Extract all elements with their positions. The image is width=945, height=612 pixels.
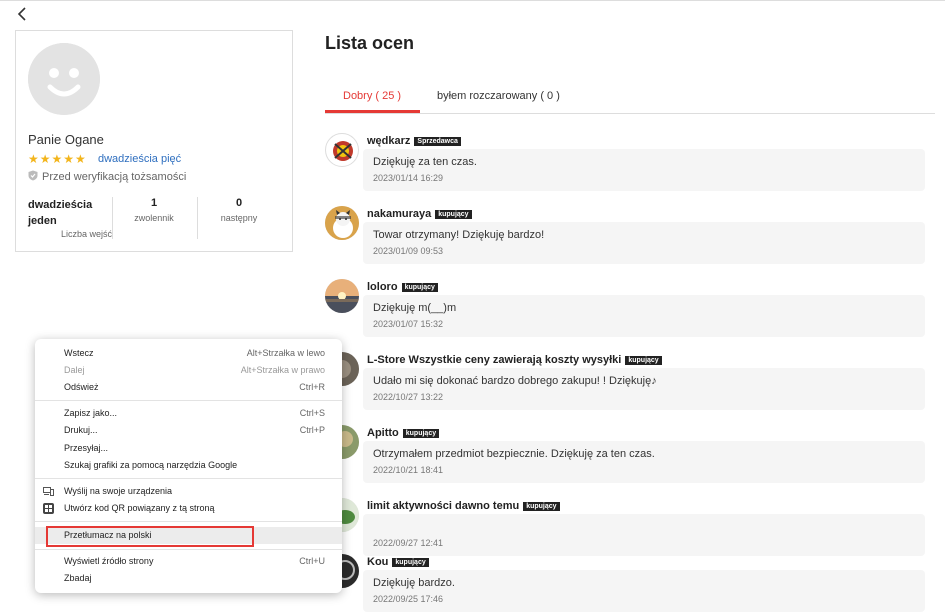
role-badge: kupujący — [402, 429, 440, 438]
reviewer-avatar[interactable] — [325, 133, 359, 167]
reviewer-name[interactable]: wędkarz Sprzedawca — [367, 135, 461, 147]
role-badge: kupujący — [392, 558, 429, 567]
tab-good[interactable]: Dobry ( 25 ) — [343, 90, 401, 102]
tab-disappointed[interactable]: byłem rozczarowany ( 0 ) — [437, 90, 560, 102]
stat-following-label: następny — [220, 213, 258, 223]
menu-item-search-images[interactable]: Szukaj grafiki za pomocą narzędzia Googl… — [35, 457, 342, 474]
menu-separator — [35, 400, 342, 401]
qr-code-icon — [43, 503, 54, 514]
stat-divider — [197, 197, 198, 239]
stat-entries-label: Liczba wejść — [60, 229, 112, 239]
profile-card: Panie Ogane ★★★★★ dwadzieścia pięć Przed… — [15, 30, 293, 252]
review-bubble: Dziękuję bardzo. 2022/09/25 17:46 — [363, 570, 925, 612]
review-date: 2022/09/25 17:46 — [373, 594, 444, 604]
review-date: 2023/01/07 15:32 — [373, 319, 444, 329]
menu-item-send-to-devices[interactable]: Wyślij na swoje urządzenia — [35, 483, 342, 500]
reviewer-name[interactable]: Apitto kupujący — [367, 427, 440, 439]
device-icon — [43, 486, 54, 497]
menu-item-back[interactable]: Wstecz Alt+Strzałka w lewo — [35, 345, 342, 362]
review-date: 2022/09/27 12:41 — [373, 538, 444, 548]
menu-separator — [35, 478, 342, 479]
reviewer-avatar[interactable] — [325, 279, 359, 313]
rating-stars: ★★★★★ — [28, 152, 87, 166]
menu-separator — [35, 549, 342, 550]
active-tab-indicator — [325, 110, 420, 113]
role-badge: Sprzedawca — [414, 137, 461, 146]
verification-status: Przed weryfikacją tożsamości — [28, 170, 186, 184]
review-date: 2023/01/09 09:53 — [373, 246, 444, 256]
shield-check-icon — [28, 170, 38, 184]
reviewer-name[interactable]: nakamuraya kupujący — [367, 208, 472, 220]
review-bubble: 2022/09/27 12:41 — [363, 514, 925, 556]
role-badge: kupujący — [435, 210, 472, 219]
profile-name: Panie Ogane — [28, 132, 104, 147]
menu-item-save-as[interactable]: Zapisz jako... Ctrl+S — [35, 405, 342, 422]
menu-item-qr-code[interactable]: Utwórz kod QR powiązany z tą stroną — [35, 500, 342, 517]
menu-item-cast[interactable]: Przesyłaj... — [35, 440, 342, 457]
review-text: Dziękuję m(__)m — [373, 302, 457, 314]
rating-tabs: Dobry ( 25 ) byłem rozczarowany ( 0 ) — [325, 80, 935, 114]
stat-divider — [112, 197, 113, 239]
role-badge: kupujący — [625, 356, 662, 365]
top-border — [0, 0, 945, 1]
review-text: Otrzymałem przedmiot bezpiecznie. Dzięku… — [373, 448, 655, 460]
stat-followers-label: zwolennik — [134, 213, 174, 223]
review-text: Udało mi się dokonać bardzo dobrego zaku… — [373, 375, 657, 387]
review-date: 2023/01/14 16:29 — [373, 173, 444, 183]
menu-item-view-source[interactable]: Wyświetl źródło strony Ctrl+U — [35, 553, 342, 570]
page-title: Lista ocen — [325, 33, 415, 53]
review-bubble: Udało mi się dokonać bardzo dobrego zaku… — [363, 368, 925, 410]
menu-item-inspect[interactable]: Zbadaj — [35, 570, 342, 587]
stat-followers-value: 1 — [150, 197, 158, 209]
menu-item-reload[interactable]: Odśwież Ctrl+R — [35, 379, 342, 396]
avatar — [28, 43, 100, 115]
rating-count-link[interactable]: dwadzieścia pięć — [98, 153, 181, 165]
menu-separator — [35, 521, 342, 522]
highlight-annotation-box — [46, 526, 254, 547]
stat-entries: dwadzieścia jeden Liczba wejść — [28, 197, 112, 239]
role-badge: kupujący — [401, 283, 438, 292]
stat-following-value: 0 — [235, 197, 243, 209]
review-date: 2022/10/27 13:22 — [373, 392, 444, 402]
menu-item-forward[interactable]: Dalej Alt+Strzałka w prawo — [35, 362, 342, 379]
review-bubble: Towar otrzymany! Dziękuję bardzo! 2023/0… — [363, 222, 925, 264]
review-bubble: Dziękuję m(__)m 2023/01/07 15:32 — [363, 295, 925, 337]
review-bubble: Dziękuję za ten czas. 2023/01/14 16:29 — [363, 149, 925, 191]
stat-followers[interactable]: 1 zwolennik — [114, 197, 194, 223]
stat-following[interactable]: 0 następny — [199, 197, 279, 223]
reviewer-name[interactable]: loloro kupujący — [367, 281, 438, 293]
role-badge: kupujący — [523, 502, 560, 511]
review-text: Towar otrzymany! Dziękuję bardzo! — [373, 229, 545, 241]
review-date: 2022/10/21 18:41 — [373, 465, 444, 475]
reviewer-name[interactable]: Kou kupujący — [367, 556, 429, 568]
stat-entries-value: dwadzieścia jeden — [28, 199, 93, 227]
reviewer-avatar[interactable] — [325, 206, 359, 240]
review-bubble: Otrzymałem przedmiot bezpiecznie. Dzięku… — [363, 441, 925, 483]
back-chevron-icon[interactable] — [16, 6, 32, 24]
verification-label: Przed weryfikacją tożsamości — [42, 171, 187, 183]
menu-item-print[interactable]: Drukuj... Ctrl+P — [35, 422, 342, 439]
reviewer-name[interactable]: limit aktywności dawno temu kupujący — [367, 500, 560, 512]
reviewer-name[interactable]: L-Store Wszystkie ceny zawierają koszty … — [367, 354, 662, 366]
context-menu: Wstecz Alt+Strzałka w lewo Dalej Alt+Strza… — [35, 339, 342, 593]
review-text: Dziękuję za ten czas. — [373, 156, 477, 168]
review-text: Dziękuję bardzo. — [373, 577, 455, 589]
